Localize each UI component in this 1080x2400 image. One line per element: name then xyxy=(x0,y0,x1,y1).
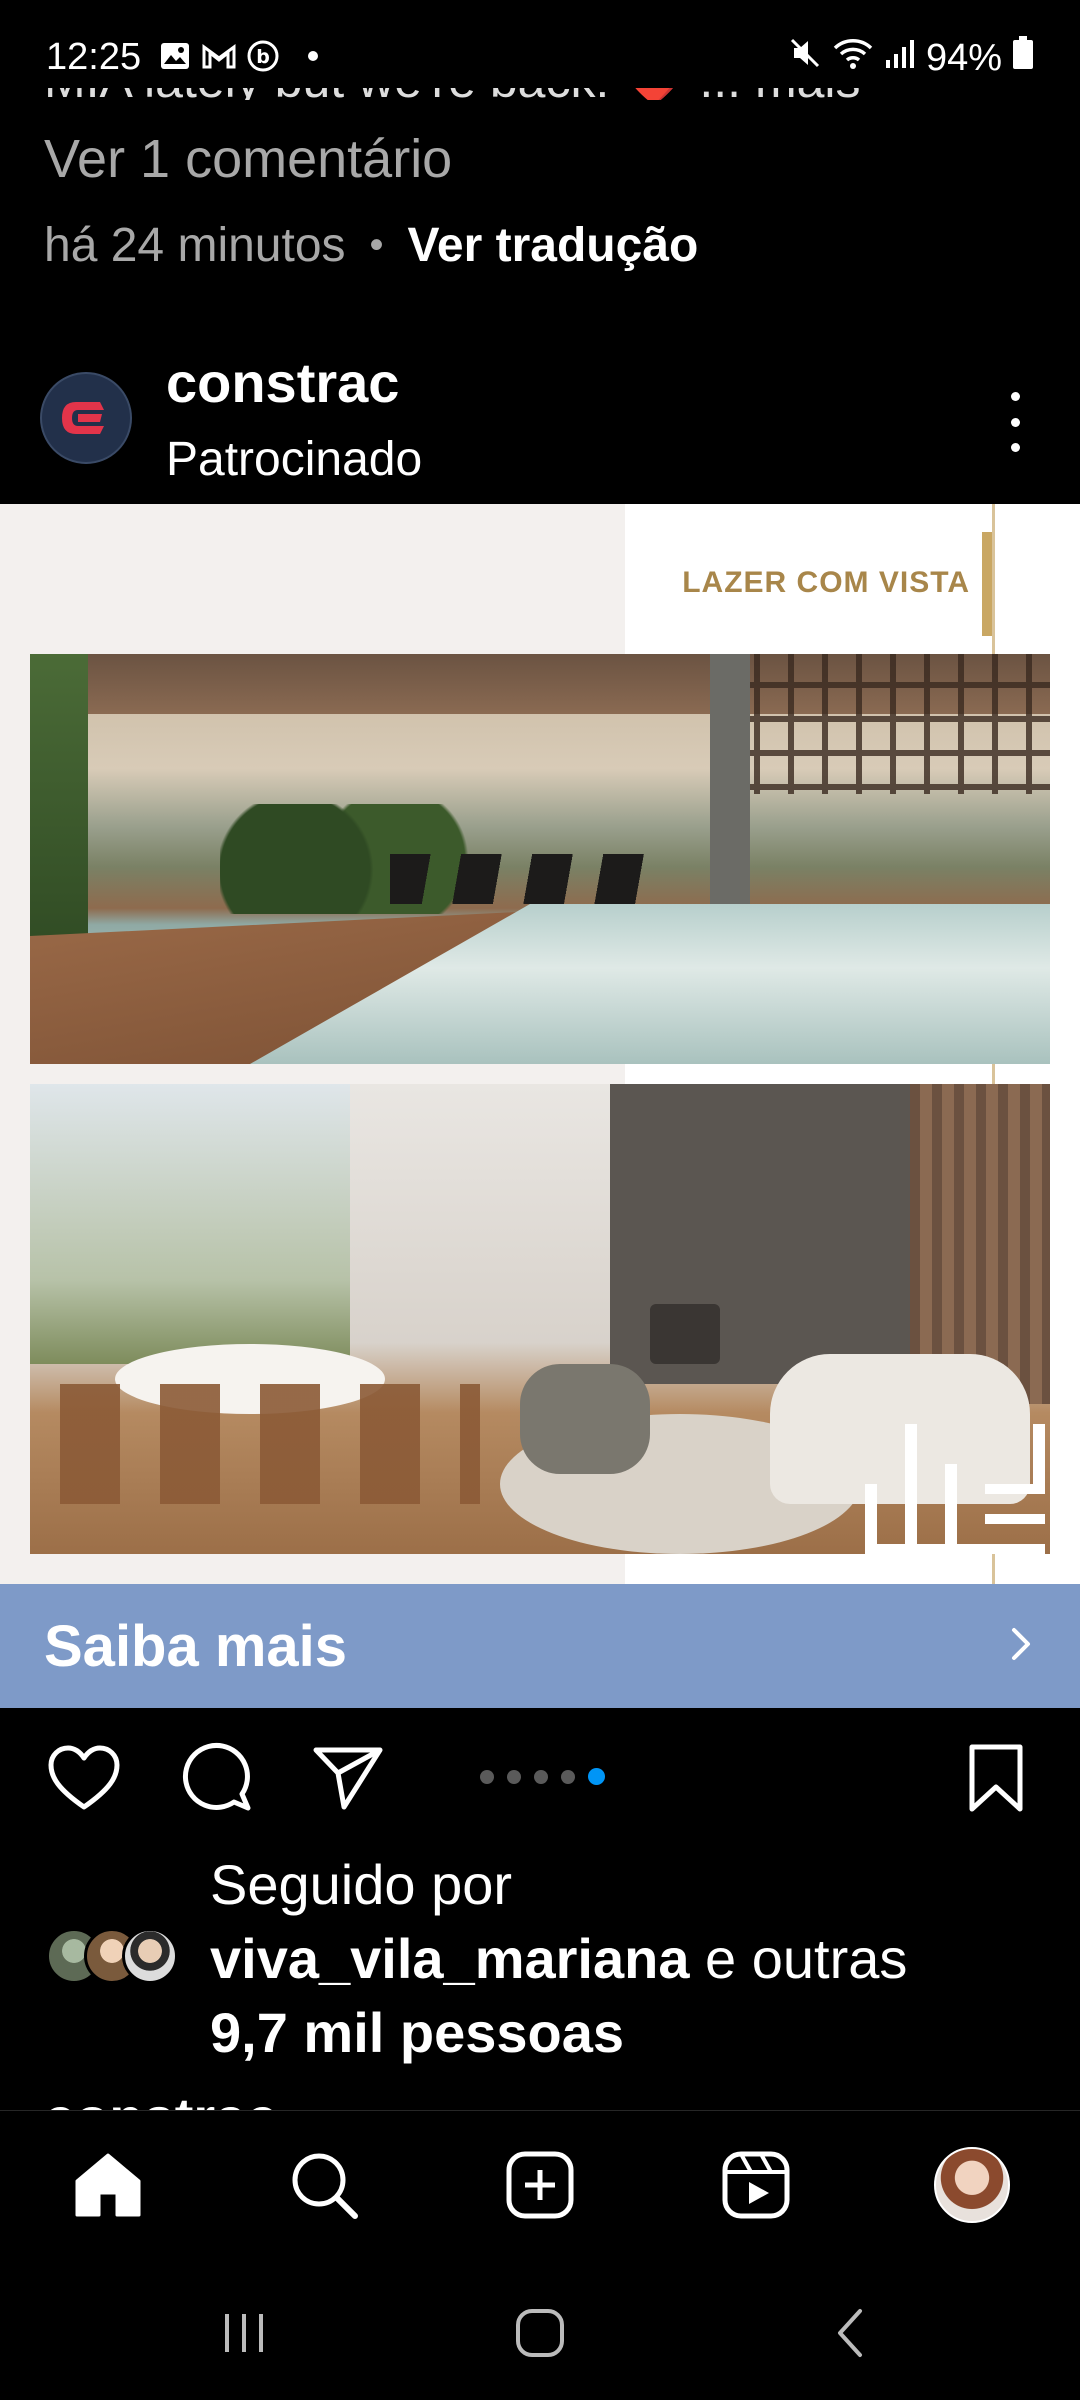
notification-icons: b xyxy=(158,40,318,72)
time-ago: há 24 minutos xyxy=(44,219,346,272)
carousel-indicator xyxy=(480,1768,605,1785)
post-header: constrac Patrocinado xyxy=(0,340,1080,500)
followed-suffix: e outras xyxy=(689,1927,908,1990)
back-icon[interactable] xyxy=(810,2298,890,2368)
view-comments-link[interactable]: Ver 1 comentário xyxy=(44,128,452,190)
battery-percent: 94% xyxy=(925,36,1002,79)
carousel-dot xyxy=(480,1769,494,1784)
living-room-photo xyxy=(30,1084,1050,1554)
b-icon: b xyxy=(246,40,280,72)
chevron-right-icon xyxy=(1006,1624,1036,1669)
wifi-icon xyxy=(832,36,874,80)
gmail-icon xyxy=(202,40,236,72)
reels-icon[interactable] xyxy=(716,2145,796,2225)
search-icon[interactable] xyxy=(284,2145,364,2225)
rooftop-pool-photo xyxy=(30,654,1050,1064)
next-post-username-cut[interactable]: constrac xyxy=(44,2076,277,2112)
carousel-dot-active xyxy=(588,1768,605,1785)
carousel-dot xyxy=(534,1769,548,1784)
avatar xyxy=(122,1928,178,1984)
post-username[interactable]: constrac xyxy=(166,350,399,415)
bottom-navigation xyxy=(0,2110,1080,2258)
brand-mark-icon xyxy=(865,1424,1045,1554)
profile-avatar[interactable] xyxy=(932,2145,1012,2225)
system-status: 94% xyxy=(788,36,1034,80)
see-translation-link[interactable]: Ver tradução xyxy=(408,218,699,273)
home-button-icon[interactable] xyxy=(500,2298,580,2368)
followed-count: 9,7 mil pessoas xyxy=(210,2001,625,2064)
follower-avatars xyxy=(46,1928,186,1984)
system-navigation xyxy=(0,2258,1080,2400)
carousel-dot xyxy=(561,1769,575,1784)
more-options-icon[interactable] xyxy=(1000,392,1030,452)
brand-logo-icon xyxy=(62,402,104,434)
create-icon[interactable] xyxy=(500,2145,580,2225)
signal-icon xyxy=(884,37,916,80)
battery-icon xyxy=(1012,36,1034,80)
post-meta: há 24 minutos • Ver tradução xyxy=(44,218,698,273)
followed-by[interactable]: Seguido por viva_vila_mariana e outras 9… xyxy=(0,1848,1080,2068)
like-heart-icon[interactable] xyxy=(44,1738,124,1818)
recent-apps-icon[interactable] xyxy=(204,2298,284,2368)
mute-icon xyxy=(788,36,822,80)
post-actions xyxy=(0,1738,1080,1818)
notification-dot xyxy=(308,51,318,61)
home-icon[interactable] xyxy=(68,2145,148,2225)
status-bar: 12:25 b 94% xyxy=(0,0,1080,88)
comment-icon[interactable] xyxy=(176,1738,256,1818)
learn-more-button[interactable]: Saiba mais xyxy=(0,1584,1080,1708)
sponsored-label: Patrocinado xyxy=(166,433,423,486)
gold-bar xyxy=(982,532,992,636)
carousel-dot xyxy=(507,1769,521,1784)
learn-more-label: Saiba mais xyxy=(44,1613,348,1679)
brand-avatar[interactable] xyxy=(40,372,132,464)
share-send-icon[interactable] xyxy=(308,1738,388,1818)
gallery-icon xyxy=(158,40,192,72)
follower-username[interactable]: viva_vila_mariana xyxy=(210,1927,689,1990)
ad-tag-text: LAZER COM VISTA xyxy=(682,566,970,599)
svg-text:b: b xyxy=(256,46,270,68)
followed-by-text: Seguido por viva_vila_mariana e outras 9… xyxy=(210,1848,907,2070)
followed-prefix: Seguido por xyxy=(210,1853,513,1916)
ad-image[interactable]: LAZER COM VISTA xyxy=(0,504,1080,1584)
save-bookmark-icon[interactable] xyxy=(956,1738,1036,1818)
meta-separator: • xyxy=(369,223,384,267)
status-time: 12:25 xyxy=(46,36,142,78)
